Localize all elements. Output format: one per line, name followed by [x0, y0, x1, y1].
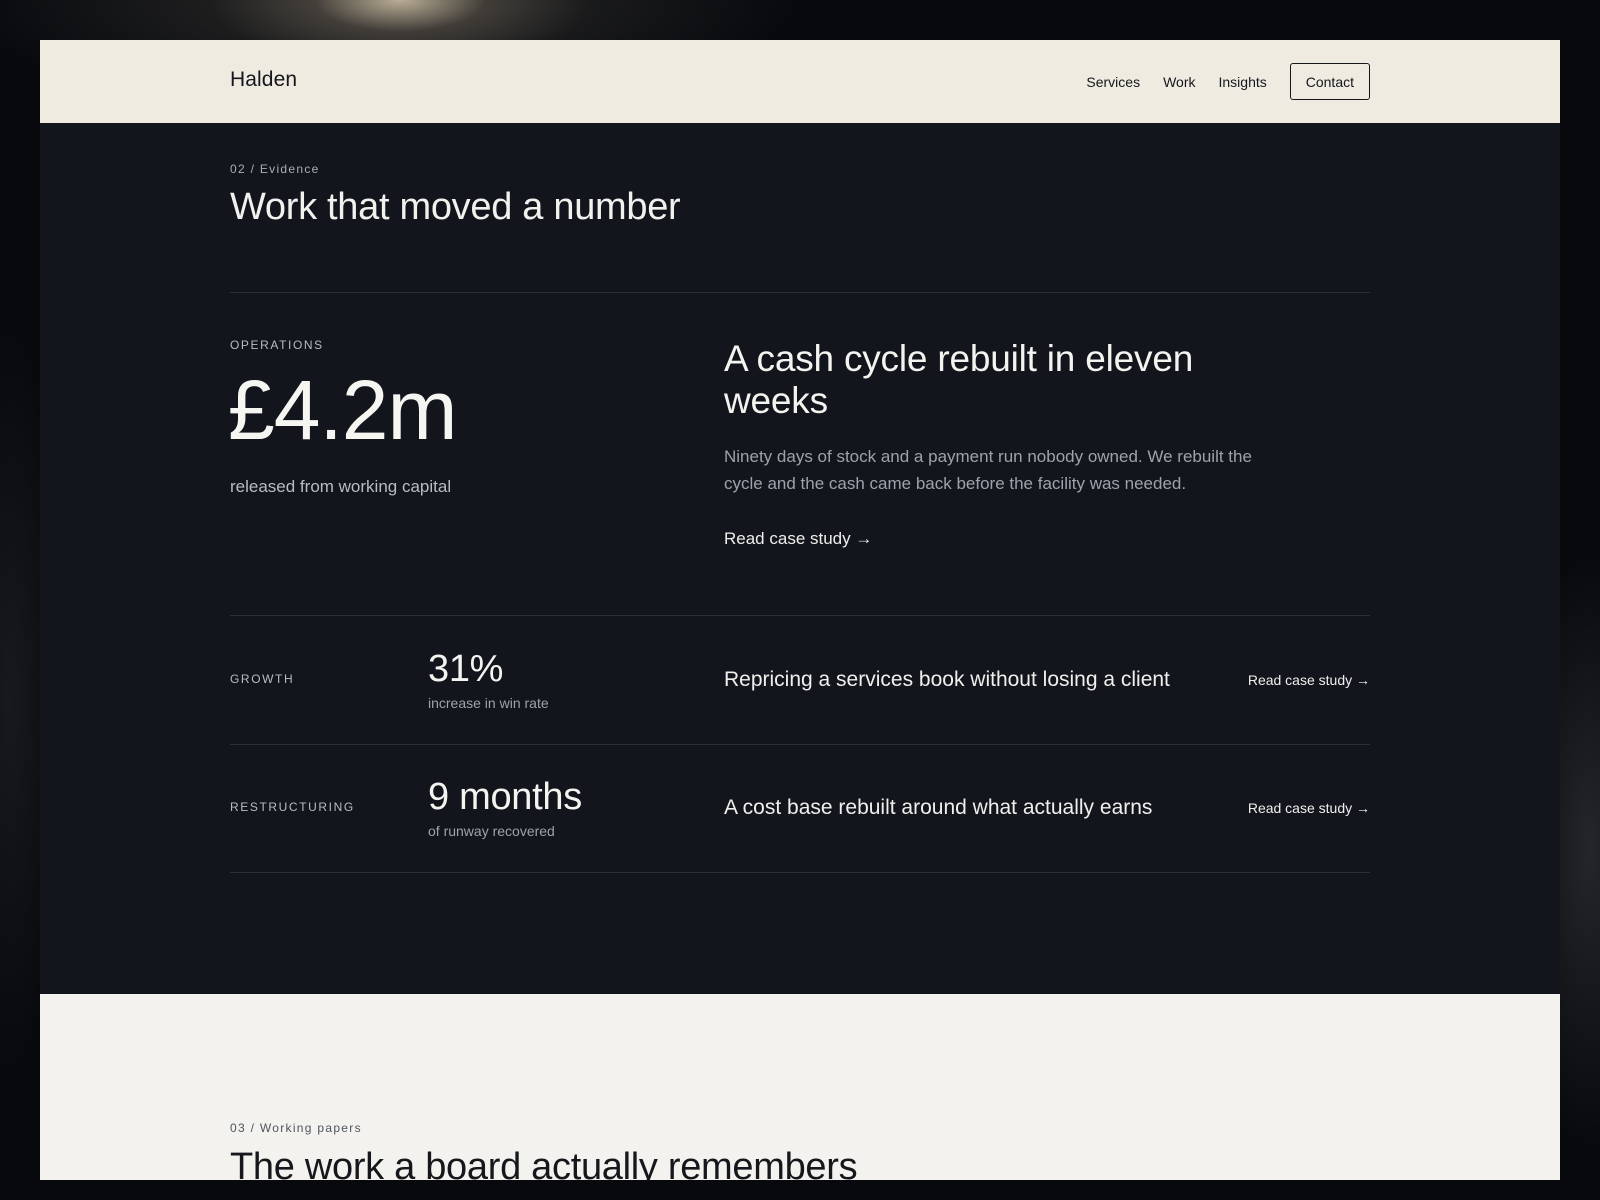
- section-title: Work that moved a number: [230, 186, 681, 228]
- case-row-category: Growth: [230, 672, 295, 686]
- working-papers-section: 03 / Working papers The work a board act…: [40, 994, 1560, 1180]
- featured-metric-caption: released from working capital: [230, 477, 452, 496]
- divider: [230, 292, 1370, 293]
- browser-viewport: Halden Services Work Insights Contact 02…: [40, 40, 1560, 1180]
- featured-category: Operations: [230, 338, 324, 352]
- case-row-metric-caption: of runway recovered: [428, 823, 555, 839]
- site-header: Halden Services Work Insights Contact: [40, 40, 1560, 123]
- section-eyebrow: 03 / Working papers: [230, 1121, 362, 1135]
- case-row-metric-caption: increase in win rate: [428, 695, 549, 711]
- nav-link-insights[interactable]: Insights: [1219, 74, 1267, 90]
- nav-link-work[interactable]: Work: [1163, 74, 1195, 90]
- featured-case-title: A cash cycle rebuilt in eleven weeks: [724, 338, 1194, 421]
- case-row-category: Restructuring: [230, 800, 355, 814]
- case-row-read-link[interactable]: Read case study →: [1248, 800, 1370, 816]
- case-row-metric: 31%: [428, 648, 504, 690]
- divider: [230, 615, 1370, 616]
- main-nav: Services Work Insights Contact: [1086, 63, 1370, 100]
- divider: [230, 744, 1370, 745]
- featured-case-description: Ninety days of stock and a payment run n…: [724, 447, 1252, 493]
- contact-button[interactable]: Contact: [1289, 63, 1370, 100]
- nav-link-services[interactable]: Services: [1086, 74, 1140, 90]
- case-row-read-link[interactable]: Read case study →: [1248, 672, 1370, 688]
- divider: [230, 872, 1370, 873]
- section-title: The work a board actually remembers: [230, 1146, 858, 1180]
- brand-logo[interactable]: Halden: [230, 68, 297, 92]
- case-row-metric: 9 months: [428, 776, 582, 818]
- featured-read-case-study-link[interactable]: Read case study →: [724, 529, 872, 549]
- section-eyebrow: 02 / Evidence: [230, 162, 320, 176]
- evidence-section: 02 / Evidence Work that moved a number O…: [40, 123, 1560, 994]
- case-row-title[interactable]: Repricing a services book without losing…: [724, 668, 1170, 692]
- featured-metric: £4.2m: [228, 363, 457, 457]
- case-row-title[interactable]: A cost base rebuilt around what actually…: [724, 796, 1152, 820]
